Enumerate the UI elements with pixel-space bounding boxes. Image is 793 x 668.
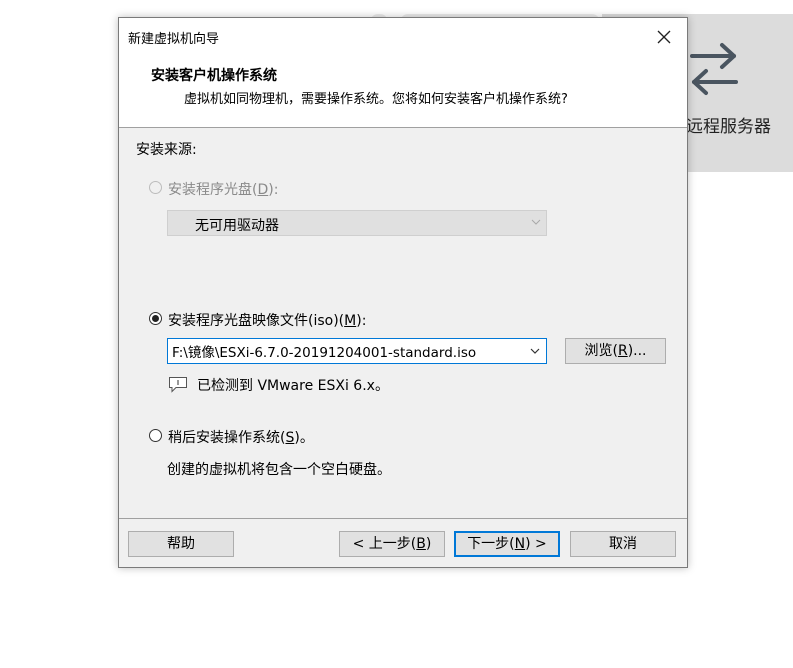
radio-install-disc[interactable] — [149, 181, 162, 194]
back-button[interactable]: < 上一步(B) — [339, 531, 445, 557]
title-bar: 新建虚拟机向导 — [119, 18, 687, 56]
info-icon — [169, 377, 187, 393]
header-subtitle: 虚拟机如同物理机，需要操作系统。您将如何安装客户机操作系统? — [184, 92, 568, 107]
wizard-header: 安装客户机操作系统 虚拟机如同物理机，需要操作系统。您将如何安装客户机操作系统? — [119, 56, 687, 128]
radio-install-later[interactable] — [149, 429, 162, 442]
new-vm-wizard-dialog: 新建虚拟机向导 安装客户机操作系统 虚拟机如同物理机，需要操作系统。您将如何安装… — [118, 17, 688, 568]
iso-path-input[interactable] — [168, 339, 518, 363]
help-button[interactable]: 帮助 — [128, 531, 234, 557]
disc-drive-value: 无可用驱动器 — [195, 218, 279, 234]
close-button[interactable] — [641, 18, 687, 56]
next-button[interactable]: 下一步(N) > — [454, 531, 560, 557]
detected-os-text: 已检测到 VMware ESXi 6.x。 — [197, 378, 389, 394]
install-disc-label: 安装程序光盘(D): — [168, 182, 279, 198]
install-later-label: 稍后安装操作系统(S)。 — [168, 430, 314, 446]
chevron-down-icon — [530, 348, 540, 354]
install-later-description: 创建的虚拟机将包含一个空白硬盘。 — [167, 462, 391, 478]
close-icon — [657, 30, 671, 44]
swap-arrows-icon — [690, 43, 738, 95]
radio-install-iso[interactable] — [149, 312, 162, 325]
browse-button[interactable]: 浏览(R)... — [565, 338, 666, 364]
disc-drive-select[interactable]: 无可用驱动器 — [167, 210, 547, 236]
iso-path-dropdown-button[interactable] — [524, 339, 546, 363]
footer-divider — [119, 518, 687, 519]
chevron-down-icon — [531, 219, 541, 225]
install-iso-label: 安装程序光盘映像文件(iso)(M): — [168, 313, 367, 329]
iso-path-combobox[interactable] — [167, 338, 547, 364]
remote-server-label: 远程服务器 — [686, 117, 771, 137]
header-title: 安装客户机操作系统 — [151, 68, 277, 84]
install-source-label: 安装来源: — [136, 142, 197, 158]
cancel-button[interactable]: 取消 — [570, 531, 676, 557]
dialog-title: 新建虚拟机向导 — [128, 32, 220, 47]
